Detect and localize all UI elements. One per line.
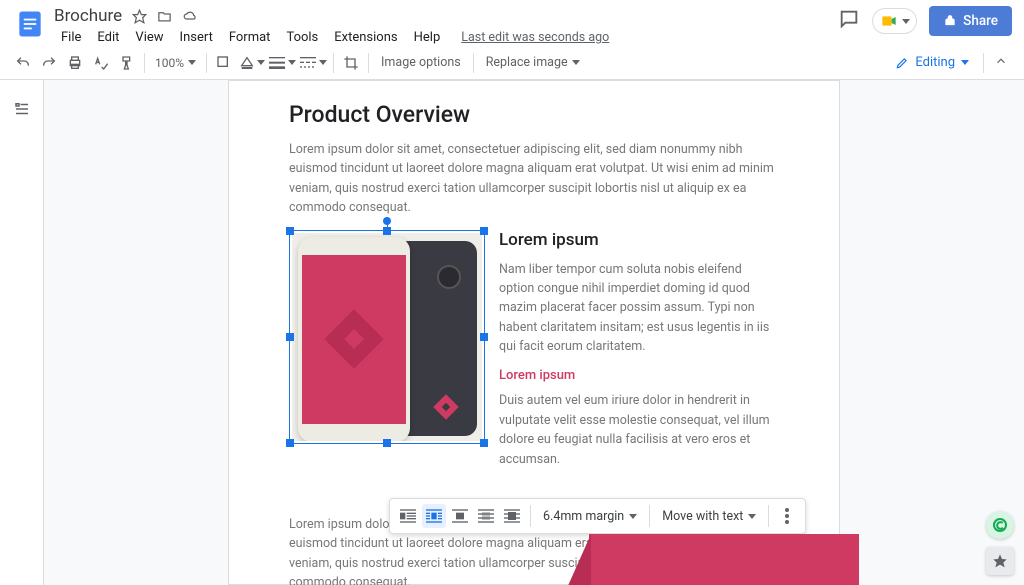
undo-icon[interactable] — [10, 50, 36, 76]
star-icon[interactable] — [132, 9, 147, 24]
move-icon[interactable] — [157, 9, 172, 24]
wrap-text-icon[interactable] — [422, 504, 446, 528]
last-edit-link[interactable]: Last edit was seconds ago — [461, 30, 609, 45]
paragraph: Lorem ipsum dolor sit amet, consectetuer… — [289, 140, 779, 218]
toolbar-separator — [983, 53, 984, 73]
toolbar-separator — [473, 53, 474, 73]
margin-select[interactable]: 6.4mm margin — [537, 509, 643, 524]
toolbar-separator — [333, 53, 334, 73]
move-with-text-select[interactable]: Move with text — [656, 509, 762, 524]
toolbar-separator — [368, 53, 369, 73]
resize-handle[interactable] — [286, 439, 294, 447]
resize-handle[interactable] — [480, 333, 488, 341]
share-label: Share — [963, 13, 998, 29]
menu-file[interactable]: File — [54, 28, 88, 47]
paragraph: Duis autem vel eum iriure dolor in hendr… — [499, 391, 779, 469]
outline-icon[interactable] — [13, 100, 31, 122]
border-weight-icon[interactable] — [267, 50, 298, 76]
collapse-icon[interactable] — [988, 54, 1014, 72]
resize-handle[interactable] — [480, 439, 488, 447]
menu-insert[interactable]: Insert — [173, 28, 220, 47]
menu-help[interactable]: Help — [407, 28, 448, 47]
wrap-inline-icon[interactable] — [396, 504, 420, 528]
toolbar-separator — [206, 53, 207, 73]
print-icon[interactable] — [62, 50, 88, 76]
zoom-select[interactable]: 100% — [149, 56, 202, 70]
wrap-front-icon[interactable] — [500, 504, 524, 528]
replace-image-button[interactable]: Replace image — [478, 50, 588, 76]
border-dash-icon[interactable] — [298, 50, 329, 76]
spellcheck-icon[interactable] — [88, 50, 114, 76]
redo-icon[interactable] — [36, 50, 62, 76]
crop-icon[interactable] — [338, 50, 364, 76]
document-title[interactable]: Brochure — [54, 6, 122, 26]
phone-mockup-image — [292, 233, 482, 441]
paragraph: Nam liber tempor cum soluta nobis eleife… — [499, 260, 779, 357]
resize-handle[interactable] — [480, 227, 488, 235]
image-options-button[interactable]: Image options — [373, 50, 469, 76]
menu-edit[interactable]: Edit — [90, 28, 126, 47]
resize-handle[interactable] — [286, 333, 294, 341]
resize-handle[interactable] — [286, 227, 294, 235]
comments-icon[interactable] — [838, 8, 860, 34]
highlight-icon[interactable] — [237, 50, 267, 76]
decorative-footer-shape — [589, 534, 859, 585]
share-button[interactable]: Share — [929, 6, 1012, 36]
more-options-icon[interactable] — [775, 508, 799, 524]
resize-handle[interactable] — [383, 439, 391, 447]
paint-format-icon[interactable] — [114, 50, 140, 76]
menu-view[interactable]: View — [128, 28, 170, 47]
cloud-status-icon[interactable] — [182, 9, 199, 24]
menu-format[interactable]: Format — [222, 28, 278, 47]
pink-link[interactable]: Lorem ipsum — [499, 368, 779, 383]
border-color-icon[interactable] — [211, 50, 237, 76]
wrap-behind-icon[interactable] — [474, 504, 498, 528]
menu-tools[interactable]: Tools — [279, 28, 325, 47]
grammarly-icon[interactable] — [986, 511, 1014, 539]
meet-button[interactable] — [872, 8, 917, 34]
rotate-handle[interactable] — [383, 217, 391, 225]
heading-lorem: Lorem ipsum — [499, 230, 779, 250]
explore-icon[interactable] — [986, 547, 1014, 575]
toolbar-separator — [144, 53, 145, 73]
heading-product-overview: Product Overview — [289, 101, 779, 128]
document-page[interactable]: Product Overview Lorem ipsum dolor sit a… — [228, 80, 840, 585]
wrap-break-icon[interactable] — [448, 504, 472, 528]
menu-extensions[interactable]: Extensions — [327, 28, 404, 47]
editing-mode-button[interactable]: Editing — [885, 51, 979, 74]
docs-logo-icon[interactable] — [12, 6, 48, 42]
resize-handle[interactable] — [383, 227, 391, 235]
selected-image[interactable] — [289, 230, 485, 444]
image-floating-toolbar: 6.4mm margin Move with text — [389, 498, 806, 534]
